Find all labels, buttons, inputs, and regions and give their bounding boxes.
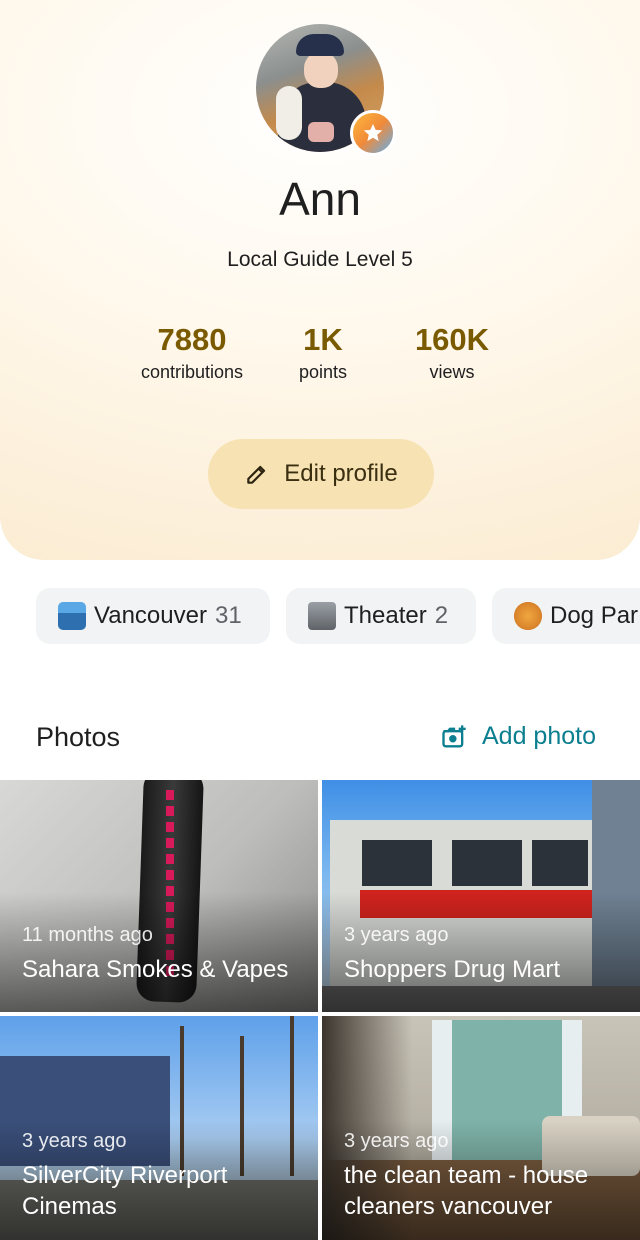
- profile-name: Ann: [279, 173, 361, 225]
- stat-contributions[interactable]: 7880 contributions: [120, 322, 264, 383]
- photo-place-title: the clean team - house cleaners vancouve…: [344, 1162, 589, 1220]
- photo-caption-shade: [0, 892, 318, 1012]
- photo-tile[interactable]: 3 years ago the clean team - house clean…: [322, 1016, 640, 1240]
- photo-time: 3 years ago: [22, 1130, 127, 1152]
- local-guide-star-icon: [350, 110, 396, 156]
- photo-place-title: Shoppers Drug Mart: [344, 956, 561, 983]
- photo-tile[interactable]: 11 months ago Sahara Smokes & Vapes: [0, 780, 318, 1012]
- photo-place-title: Sahara Smokes & Vapes: [22, 956, 289, 983]
- chip-label: Dog Par: [550, 602, 639, 629]
- pencil-icon: [247, 465, 266, 484]
- photo-tile[interactable]: 3 years ago SilverCity Riverport Cinemas: [0, 1016, 318, 1240]
- avatar-photo-sleeve: [276, 86, 302, 140]
- photo-time: 3 years ago: [344, 924, 449, 946]
- stat-views[interactable]: 160K views: [402, 322, 502, 383]
- stat-points[interactable]: 1K points: [280, 322, 366, 383]
- add-photo-icon: [442, 724, 466, 747]
- stat-label: views: [429, 362, 475, 382]
- photo-time: 11 months ago: [22, 924, 153, 946]
- chip-label: Theater: [344, 602, 427, 629]
- avatar-photo-face: [304, 52, 338, 88]
- chip-vancouver[interactable]: Vancouver 31: [36, 588, 270, 644]
- chip-dog-park[interactable]: Dog Par: [492, 588, 640, 644]
- photo-place-title: SilverCity Riverport Cinemas: [22, 1162, 228, 1220]
- local-guide-level[interactable]: Local Guide Level 5: [0, 248, 640, 272]
- stat-value: 160K: [414, 322, 490, 357]
- film-camera-icon: [308, 602, 336, 630]
- photo-content-detail: [362, 840, 432, 886]
- stat-label: points: [298, 362, 348, 382]
- avatar-photo-cake: [308, 122, 334, 142]
- photo-time: 3 years ago: [344, 1130, 449, 1152]
- add-photo-button[interactable]: Add photo: [440, 722, 596, 751]
- chip-count: 31: [214, 602, 242, 629]
- dog-icon: [514, 602, 542, 630]
- chip-count: 2: [434, 602, 449, 629]
- edit-profile-button[interactable]: Edit profile: [208, 439, 434, 509]
- stat-value: 1K: [303, 322, 343, 357]
- add-photo-label: Add photo: [482, 722, 596, 750]
- edit-profile-label: Edit profile: [284, 460, 398, 487]
- stat-value: 7880: [157, 322, 227, 357]
- photo-caption-shade: [322, 892, 640, 1012]
- photo-content-detail: [452, 840, 522, 886]
- stat-label: contributions: [140, 362, 244, 382]
- cityscape-icon: [58, 602, 86, 630]
- chip-theater[interactable]: Theater 2: [286, 588, 476, 644]
- topic-chips: Vancouver 31 Theater 2 Dog Par: [0, 588, 640, 646]
- chip-label: Vancouver: [94, 602, 207, 629]
- photo-tile[interactable]: 3 years ago Shoppers Drug Mart: [322, 780, 640, 1012]
- avatar-photo-cap: [296, 34, 344, 56]
- photo-content-detail: [532, 840, 588, 886]
- photos-section-title: Photos: [36, 722, 121, 752]
